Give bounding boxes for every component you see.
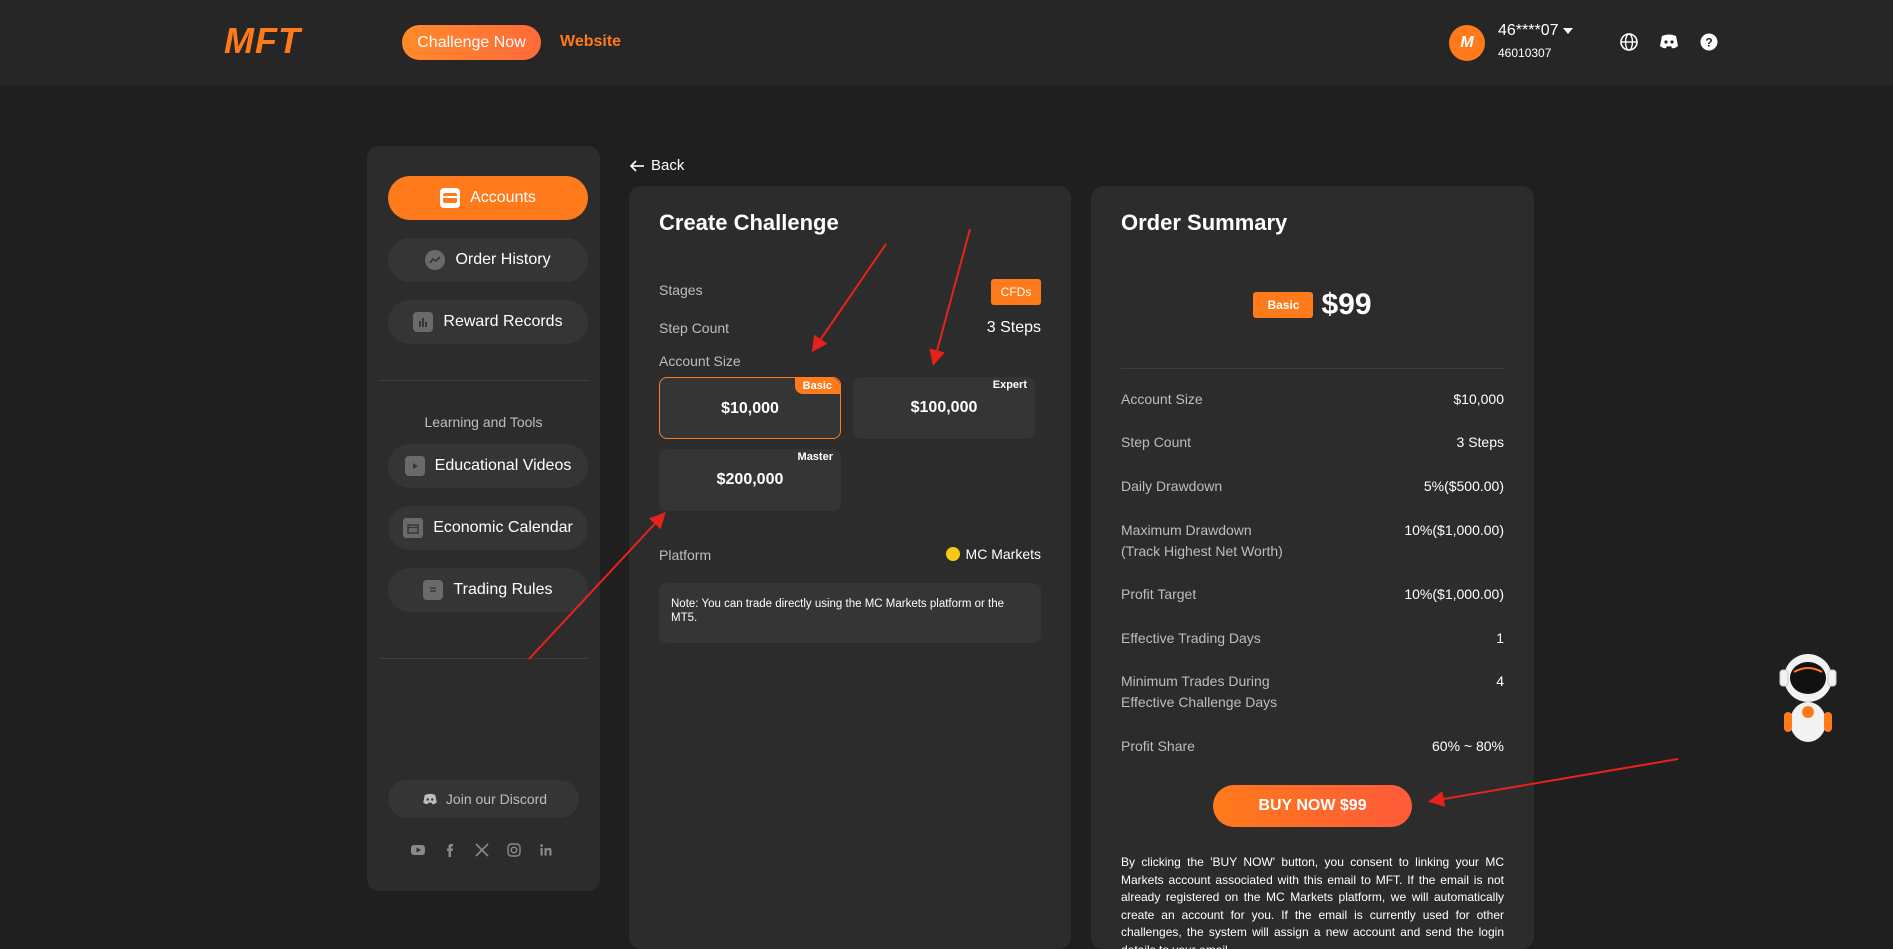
linkedin-icon[interactable] bbox=[538, 842, 554, 858]
sidebar-item-accounts[interactable]: Accounts bbox=[388, 176, 588, 220]
sidebar-item-educational-videos[interactable]: Educational Videos bbox=[388, 444, 588, 488]
website-link[interactable]: Website bbox=[560, 33, 621, 51]
summary-value: 3 Steps bbox=[1456, 434, 1504, 450]
join-discord-button[interactable]: Join our Discord bbox=[388, 780, 579, 818]
account-size-option[interactable]: Master $200,000 bbox=[659, 449, 841, 511]
back-label: Back bbox=[651, 157, 685, 174]
globe-icon[interactable] bbox=[1619, 32, 1639, 52]
back-button[interactable]: Back bbox=[629, 157, 684, 174]
avatar[interactable]: M bbox=[1449, 25, 1485, 61]
platform-option[interactable]: MC Markets bbox=[945, 546, 1041, 562]
sidebar-item-label: Order History bbox=[455, 251, 551, 268]
sidebar-item-label: Trading Rules bbox=[453, 581, 553, 598]
size-amount: $200,000 bbox=[716, 471, 784, 488]
price: $99 bbox=[1321, 288, 1372, 321]
order-summary-panel: Order Summary Basic $99 Account Size $10… bbox=[1091, 186, 1534, 949]
summary-label: Daily Drawdown bbox=[1121, 478, 1223, 494]
disclaimer-text: By clicking the 'BUY NOW' button, you co… bbox=[1121, 855, 1504, 949]
instagram-icon[interactable] bbox=[506, 842, 522, 858]
stage-cfds-button[interactable]: CFDs bbox=[991, 279, 1041, 305]
svg-text:?: ? bbox=[1705, 36, 1712, 50]
facebook-icon[interactable] bbox=[442, 842, 458, 858]
summary-label: Step Count bbox=[1121, 434, 1192, 450]
sidebar-item-label: Reward Records bbox=[443, 313, 563, 330]
account-size-option[interactable]: Expert $100,000 bbox=[853, 377, 1035, 439]
account-size-option[interactable]: Basic $10,000 bbox=[659, 377, 841, 439]
sidebar-item-label: Educational Videos bbox=[434, 457, 572, 474]
summary-value: $10,000 bbox=[1453, 391, 1504, 407]
discord-icon bbox=[423, 793, 437, 804]
sidebar-item-label: Accounts bbox=[470, 189, 536, 206]
caret-down-icon bbox=[1562, 27, 1573, 34]
summary-label: Minimum Trades During bbox=[1121, 673, 1270, 689]
top-bar: MFT Challenge Now Website M 46****07 460… bbox=[0, 0, 1893, 86]
size-tag: Basic bbox=[794, 378, 840, 394]
size-tag: Expert bbox=[984, 377, 1035, 393]
buy-now-button[interactable]: BUY NOW $99 bbox=[1213, 785, 1412, 827]
bars-icon bbox=[413, 312, 434, 332]
youtube-icon[interactable] bbox=[410, 842, 426, 858]
sidebar-item-reward-records[interactable]: Reward Records bbox=[388, 300, 588, 344]
user-id: 46010307 bbox=[1498, 46, 1552, 60]
platform-value: MC Markets bbox=[965, 546, 1041, 562]
user-name: 46****07 bbox=[1498, 22, 1559, 39]
calendar-icon bbox=[403, 518, 424, 538]
summary-value: 10%($1,000.00) bbox=[1404, 586, 1504, 602]
mc-markets-icon bbox=[945, 547, 960, 561]
doc-icon bbox=[423, 580, 444, 600]
stages-label: Stages bbox=[659, 282, 703, 298]
social-links bbox=[410, 842, 554, 858]
sidebar-item-label: Economic Calendar bbox=[433, 519, 573, 536]
logo[interactable]: MFT bbox=[224, 20, 301, 62]
account-size-label: Account Size bbox=[659, 353, 741, 369]
summary-value: 5%($500.00) bbox=[1423, 478, 1504, 494]
price-display: Basic $99 bbox=[1091, 288, 1534, 322]
summary-label: Effective Challenge Days bbox=[1121, 694, 1278, 710]
user-menu[interactable]: 46****07 bbox=[1498, 22, 1573, 40]
x-icon[interactable] bbox=[474, 842, 490, 858]
platform-label: Platform bbox=[659, 547, 712, 563]
sidebar-section-title: Learning and Tools bbox=[424, 414, 543, 430]
platform-note: Note: You can trade directly using the M… bbox=[659, 583, 1041, 643]
summary-label: Effective Trading Days bbox=[1121, 630, 1261, 646]
plan-tag: Basic bbox=[1253, 292, 1314, 318]
discord-label: Join our Discord bbox=[445, 791, 548, 807]
challenge-now-button[interactable]: Challenge Now bbox=[402, 25, 541, 60]
summary-value: 10%($1,000.00) bbox=[1404, 522, 1504, 538]
create-challenge-panel: Create Challenge Stages CFDs Step Count … bbox=[629, 186, 1071, 949]
summary-value: 4 bbox=[1496, 673, 1504, 689]
summary-label: Maximum Drawdown bbox=[1121, 522, 1252, 538]
order-summary-title: Order Summary bbox=[1121, 210, 1288, 235]
play-icon bbox=[404, 456, 425, 476]
create-challenge-title: Create Challenge bbox=[659, 210, 839, 235]
sidebar-item-order-history[interactable]: Order History bbox=[388, 238, 588, 282]
summary-value: 1 bbox=[1496, 630, 1504, 646]
help-icon[interactable]: ? bbox=[1699, 32, 1719, 52]
summary-label: Profit Share bbox=[1121, 738, 1195, 754]
size-tag: Master bbox=[789, 449, 841, 465]
summary-label: Profit Target bbox=[1121, 586, 1197, 602]
summary-value: 60% ~ 80% bbox=[1432, 738, 1504, 754]
sidebar-item-trading-rules[interactable]: Trading Rules bbox=[388, 568, 588, 612]
sidebar-item-economic-calendar[interactable]: Economic Calendar bbox=[388, 506, 588, 550]
summary-label: Account Size bbox=[1121, 391, 1203, 407]
summary-label: (Track Highest Net Worth) bbox=[1121, 543, 1283, 559]
discord-icon[interactable] bbox=[1658, 32, 1680, 52]
sidebar-divider bbox=[379, 658, 589, 659]
card-icon bbox=[440, 188, 461, 208]
step-count-label: Step Count bbox=[659, 320, 730, 336]
sidebar-divider bbox=[379, 380, 589, 381]
sidebar: Accounts Order History Reward Records Le… bbox=[367, 146, 600, 891]
size-amount: $100,000 bbox=[910, 399, 978, 416]
step-count-value[interactable]: 3 Steps bbox=[987, 319, 1041, 337]
chart-icon bbox=[425, 250, 446, 270]
assistant-robot-icon[interactable] bbox=[1770, 650, 1846, 750]
summary-divider bbox=[1121, 368, 1504, 369]
size-amount: $10,000 bbox=[721, 400, 779, 417]
arrow-left-icon bbox=[629, 159, 644, 172]
